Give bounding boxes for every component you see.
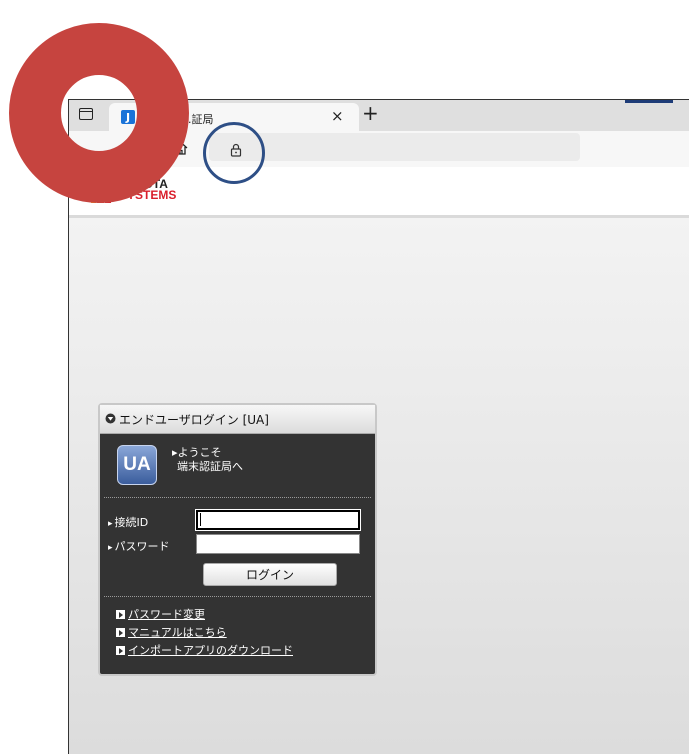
login-panel-title: エンドユーザログイン [UA] (119, 413, 269, 427)
divider (104, 497, 371, 498)
red-ring-annotation (9, 23, 189, 203)
divider (104, 596, 371, 597)
login-panel: エンドユーザログイン [UA] UA ▸ようこそ 端末認証局へ 接続ID パスワ… (98, 403, 377, 676)
welcome-subtext: 端末認証局へ (177, 460, 243, 473)
link-label: パスワード変更 (128, 608, 205, 621)
password-input[interactable] (196, 534, 360, 554)
link-label: マニュアルはこちら (128, 626, 227, 639)
import-app-download-link[interactable]: インポートアプリのダウンロード (116, 642, 293, 658)
browser-window: J ...証局 × + TOYOTA SYSTEMS エンドユーザログイン [U… (68, 99, 689, 754)
accent-strip (625, 100, 673, 103)
arrow-box-icon (116, 610, 125, 619)
connection-id-input[interactable] (195, 509, 361, 531)
manual-link[interactable]: マニュアルはこちら (116, 624, 227, 640)
ua-badge-icon: UA (117, 445, 157, 485)
login-button[interactable]: ログイン (203, 563, 337, 586)
password-label: パスワード (108, 538, 170, 554)
arrow-box-icon (116, 646, 125, 655)
change-password-link[interactable]: パスワード変更 (116, 606, 205, 622)
new-tab-icon[interactable]: + (362, 101, 379, 125)
tab-close-icon[interactable]: × (331, 107, 344, 125)
text-caret (200, 513, 201, 526)
login-panel-header: エンドユーザログイン [UA] (100, 405, 375, 434)
blue-circle-annotation (203, 122, 265, 184)
collapse-circle-icon[interactable] (105, 413, 116, 424)
link-label: インポートアプリのダウンロード (128, 644, 293, 657)
id-label: 接続ID (108, 514, 149, 530)
arrow-box-icon (116, 628, 125, 637)
